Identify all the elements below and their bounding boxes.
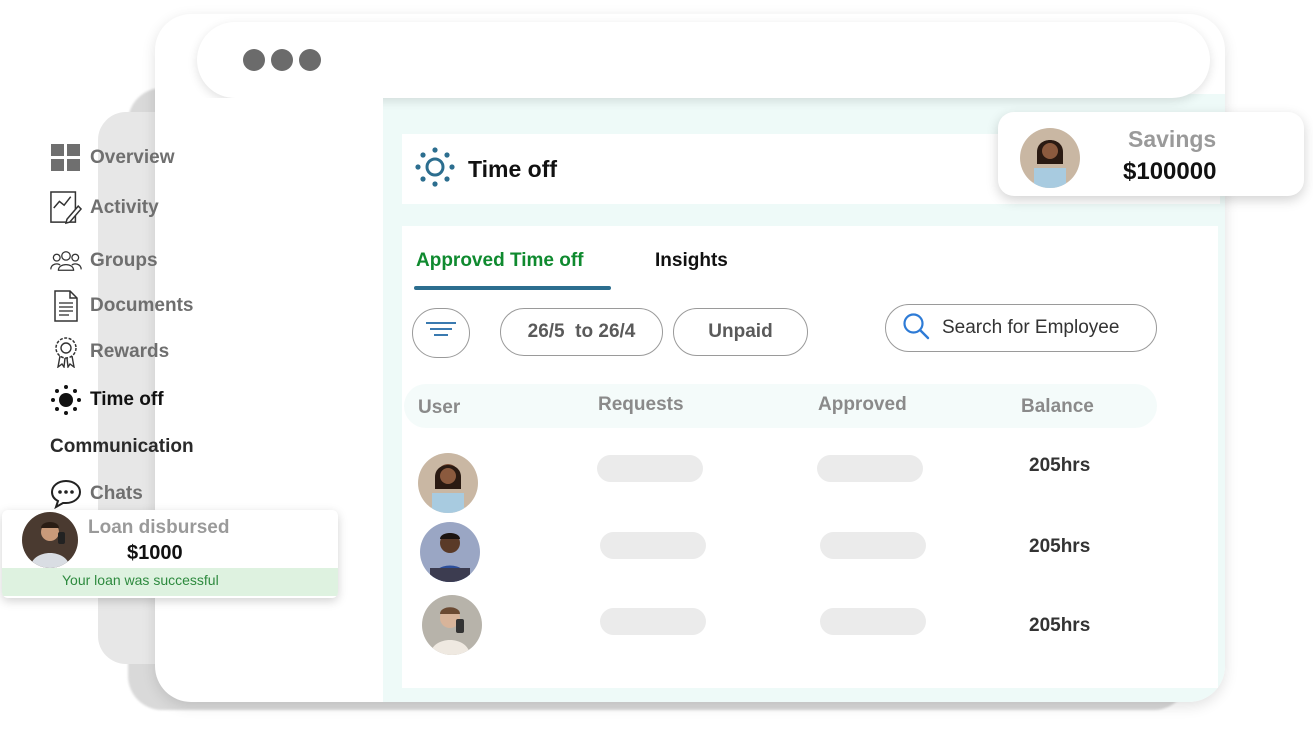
chat-bubble-icon (50, 478, 82, 510)
column-header-balance: Balance (1021, 396, 1094, 417)
avatar (22, 512, 78, 568)
sidebar-item-rewards[interactable]: Rewards (50, 336, 169, 368)
document-icon (50, 290, 82, 322)
time-off-icon (414, 146, 456, 193)
award-badge-icon (50, 336, 82, 368)
sidebar (155, 98, 383, 688)
window-control-dot[interactable] (243, 49, 265, 71)
avatar (418, 453, 478, 513)
approved-placeholder (817, 455, 923, 482)
activity-chart-icon (50, 191, 82, 225)
sidebar-item-label: Activity (90, 197, 159, 218)
grid-icon (50, 142, 82, 174)
sidebar-item-label: Rewards (90, 341, 170, 362)
savings-card: Savings $100000 (998, 112, 1304, 196)
sidebar-item-documents[interactable]: Documents (50, 290, 193, 322)
date-range-filter[interactable]: 26/5 to 26/4 (500, 308, 663, 356)
sidebar-item-activity[interactable]: Activity (50, 191, 159, 225)
savings-label: Savings (1128, 126, 1217, 152)
search-bar[interactable] (885, 304, 1157, 352)
sidebar-item-label: Chats (90, 483, 143, 504)
avatar (422, 595, 482, 655)
loan-title: Loan disbursed (88, 517, 230, 538)
sidebar-item-label: Overview (90, 147, 175, 168)
tab-approved-time-off[interactable]: Approved Time off (416, 250, 584, 272)
page-title: Time off (468, 155, 558, 182)
requests-placeholder (600, 532, 706, 559)
approved-placeholder (820, 532, 926, 559)
sidebar-item-label: Groups (90, 250, 158, 271)
window-control-dot[interactable] (299, 49, 321, 71)
time-off-panel (402, 226, 1218, 688)
sidebar-item-groups[interactable]: Groups (50, 245, 158, 277)
savings-value: $100000 (1123, 158, 1217, 185)
column-header-user: User (418, 397, 461, 418)
search-icon (902, 312, 930, 345)
avatar (420, 522, 480, 582)
active-tab-indicator (414, 286, 611, 290)
sidebar-item-label: Time off (90, 389, 164, 410)
tab-insights[interactable]: Insights (655, 250, 728, 272)
window-titlebar (197, 22, 1210, 98)
sun-dots-icon (50, 384, 82, 416)
requests-placeholder (600, 608, 706, 635)
loan-notification-card: Loan disbursed $1000 Your loan was succe… (2, 510, 338, 598)
sidebar-item-overview[interactable]: Overview (50, 142, 175, 174)
filter-button[interactable] (412, 308, 470, 358)
requests-placeholder (597, 455, 703, 482)
sidebar-item-time-off[interactable]: Time off (50, 384, 164, 416)
users-group-icon (50, 245, 82, 277)
leave-type-filter[interactable]: Unpaid (673, 308, 808, 356)
sidebar-item-chats[interactable]: Chats (50, 478, 143, 510)
column-header-approved: Approved (818, 394, 907, 415)
avatar (1020, 128, 1080, 188)
balance-value: 205hrs (1029, 536, 1091, 557)
balance-value: 205hrs (1029, 615, 1091, 636)
window-control-dot[interactable] (271, 49, 293, 71)
loan-amount: $1000 (127, 542, 183, 564)
sidebar-item-label: Documents (90, 295, 194, 316)
column-header-requests: Requests (598, 394, 684, 415)
filter-lines-icon (424, 320, 458, 346)
balance-value: 205hrs (1029, 455, 1091, 476)
search-input[interactable] (942, 317, 1142, 339)
approved-placeholder (820, 608, 926, 635)
sidebar-section-heading: Communication (50, 436, 194, 457)
loan-success-message: Your loan was successful (2, 568, 338, 596)
